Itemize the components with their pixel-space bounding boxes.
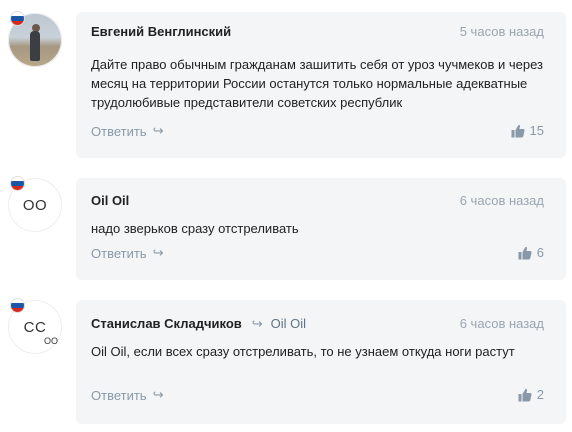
avatar-initials-text: OO xyxy=(22,196,48,214)
comment-time[interactable]: 6 часов назад xyxy=(460,193,544,208)
reply-button[interactable]: Ответить ↪ xyxy=(91,387,163,403)
thumbs-up-icon xyxy=(511,124,525,137)
reply-to-arrow-icon: ↪ xyxy=(251,316,263,331)
like-button[interactable]: 15 xyxy=(511,123,544,138)
comment-author[interactable]: Евгений Венглинский xyxy=(91,24,231,39)
photo-person-body xyxy=(30,31,40,61)
avatar[interactable]: OO xyxy=(8,176,62,232)
comment-bubble: Oil Oil 6 часов назад надо зверьков сраз… xyxy=(76,178,566,280)
reply-arrow-icon: ↪ xyxy=(152,123,164,138)
avatar-reply-initials: OO xyxy=(44,336,59,346)
thumbs-up-icon xyxy=(518,388,532,401)
avatar[interactable] xyxy=(8,11,62,67)
like-button[interactable]: 6 xyxy=(518,245,544,260)
thumbs-up-icon xyxy=(518,246,532,259)
reply-button[interactable]: Ответить ↪ xyxy=(91,245,163,261)
avatar-initials-text: CC xyxy=(23,318,47,336)
comment-author[interactable]: Oil Oil xyxy=(91,193,129,208)
comment-text: Дайте право обычным гражданам зашитить с… xyxy=(91,57,543,110)
russia-flag-icon xyxy=(10,298,25,313)
avatar[interactable]: CC OO xyxy=(8,298,62,354)
reply-arrow-icon: ↪ xyxy=(152,245,164,260)
like-count: 6 xyxy=(536,245,544,260)
reply-label: Ответить xyxy=(91,387,147,403)
comment-author-line: Станислав Складчиков ↪ Oil Oil xyxy=(91,316,306,332)
comment-bubble: Станислав Складчиков ↪ Oil Oil 6 часов наз… xyxy=(76,300,566,424)
comment-bubble: Евгений Венглинский 5 часов назад Дайте … xyxy=(76,12,566,158)
comment-text: Oil Oil, если всех сразу отстреливать, т… xyxy=(91,344,515,359)
comment-author[interactable]: Станислав Складчиков xyxy=(91,316,242,331)
russia-flag-icon xyxy=(10,176,25,191)
reply-label: Ответить xyxy=(91,245,147,261)
reply-arrow-icon: ↪ xyxy=(152,387,164,402)
reply-to-user[interactable]: Oil Oil xyxy=(271,316,306,331)
reply-button[interactable]: Ответить ↪ xyxy=(91,123,163,139)
reply-label: Ответить xyxy=(91,123,147,139)
russia-flag-icon xyxy=(10,11,25,26)
comment-time[interactable]: 5 часов назад xyxy=(460,24,544,39)
comment-text: надо зверьков сразу отстреливать xyxy=(91,221,299,236)
like-count: 2 xyxy=(536,387,544,402)
like-count: 15 xyxy=(529,123,544,138)
comment-time[interactable]: 6 часов назад xyxy=(460,316,544,331)
like-button[interactable]: 2 xyxy=(518,387,544,402)
